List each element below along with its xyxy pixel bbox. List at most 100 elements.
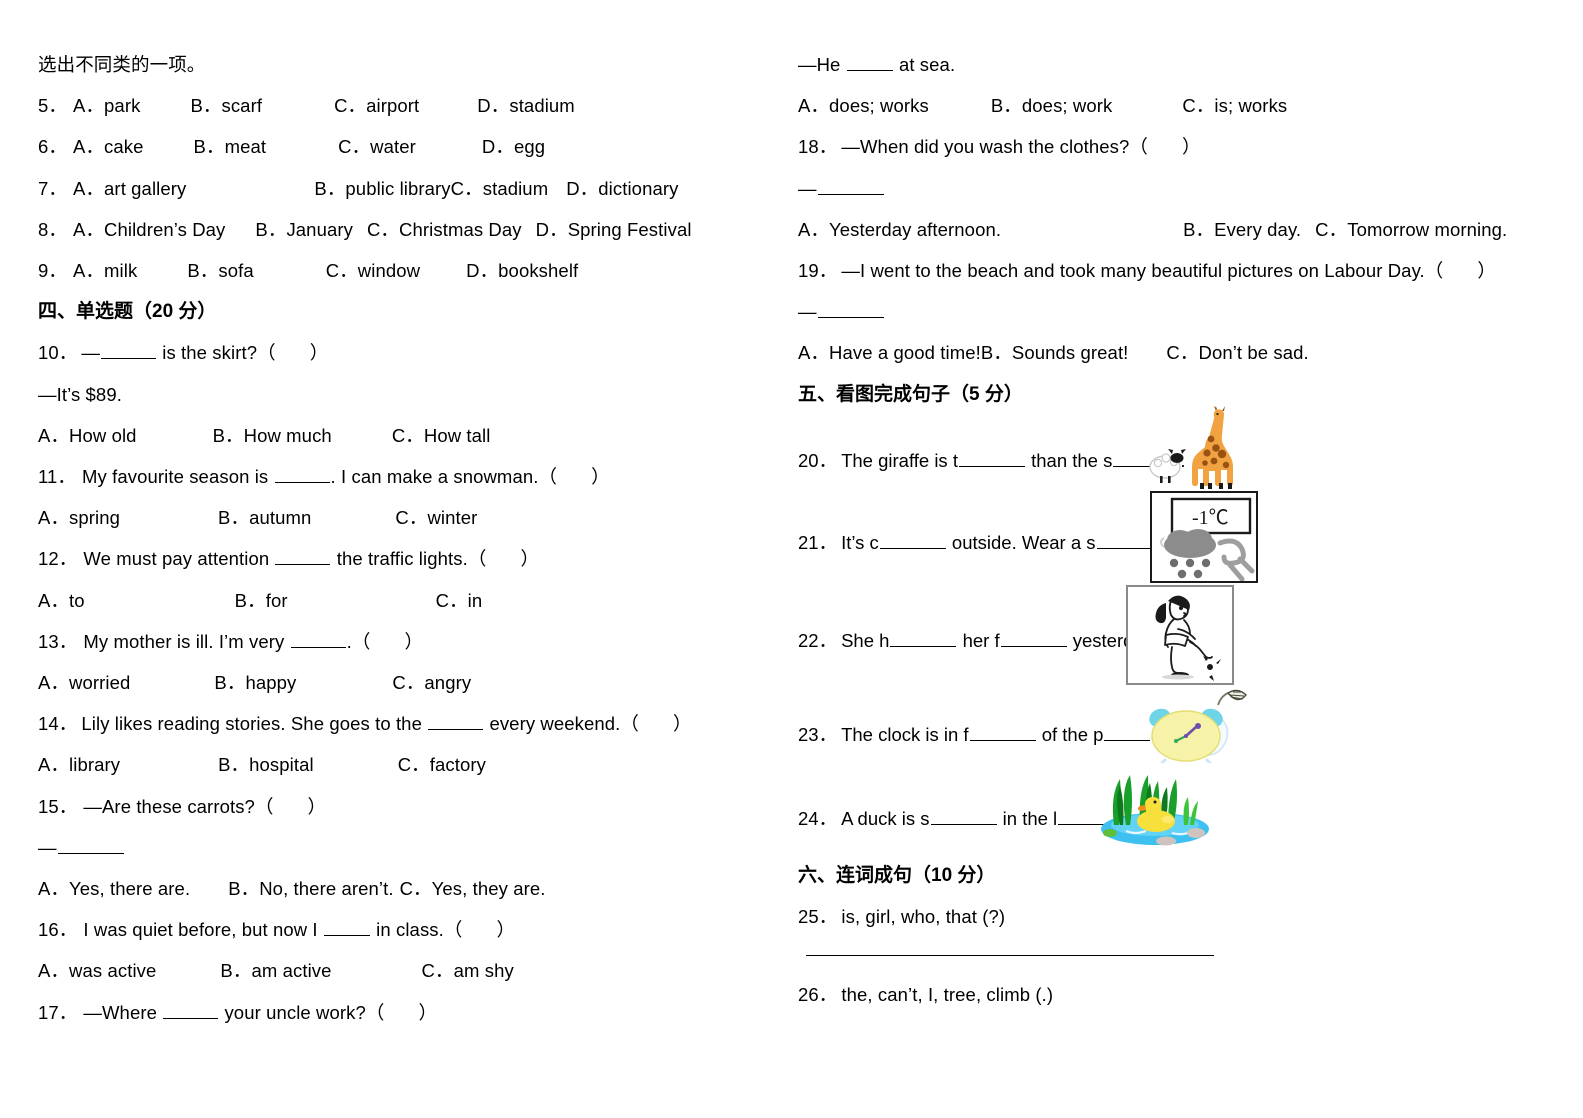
question-20-blank-1[interactable]	[958, 449, 1025, 467]
question-12-option-c[interactable]: C．in	[436, 580, 483, 621]
question-8-option-d[interactable]: D．Spring Festival	[536, 209, 692, 250]
question-12-stem-before: We must pay attention	[83, 548, 275, 570]
question-24-part-2: in the l	[997, 807, 1058, 829]
question-17-blank[interactable]	[163, 1001, 219, 1019]
question-16-option-b[interactable]: B．am active	[220, 950, 331, 991]
question-18-option-a[interactable]: A．Yesterday afternoon.	[798, 209, 1001, 250]
question-25-answer-rule[interactable]	[806, 955, 1214, 957]
question-6-option-b[interactable]: B．meat	[194, 126, 267, 167]
question-10-blank[interactable]	[101, 341, 156, 360]
question-10-options: A．How old B．How much C．How tall	[38, 415, 778, 456]
question-5-option-c[interactable]: C．airport	[334, 85, 419, 126]
question-10-number: 10．	[38, 342, 78, 364]
question-22-blank-2[interactable]	[1000, 629, 1067, 647]
exam-page: 选出不同类的一项。 5． A．park B．scarf C．airport D．stad…	[0, 0, 1583, 1118]
question-13-option-c[interactable]: C．angry	[392, 662, 471, 703]
question-6-option-c[interactable]: C．water	[338, 126, 416, 167]
question-17-number: 17．	[38, 1001, 78, 1023]
question-14-option-a[interactable]: A．library	[38, 744, 120, 785]
question-17-option-a[interactable]: A．does; works	[798, 85, 929, 126]
question-12-option-a[interactable]: A．to	[38, 580, 85, 621]
question-12-options: A．to B．for C．in	[38, 580, 778, 621]
question-10-stem-close: ）	[309, 342, 329, 364]
question-11-stem-before: My favourite season is	[82, 466, 274, 488]
question-13-options: A．worried B．happy C．angry	[38, 662, 778, 703]
question-11-option-c[interactable]: C．winter	[395, 497, 477, 538]
question-9-option-d[interactable]: D．bookshelf	[466, 250, 578, 291]
question-11-option-a[interactable]: A．spring	[38, 497, 120, 538]
question-11-option-b[interactable]: B．autumn	[218, 497, 311, 538]
question-15-stem-close: ）	[307, 795, 327, 817]
question-19-option-a[interactable]: A．Have a good time!	[798, 332, 981, 373]
question-5-number: 5．	[38, 95, 67, 117]
question-14-stem-close: ）	[673, 713, 692, 735]
question-10-option-a[interactable]: A．How old	[38, 415, 137, 456]
question-17-stem-after: your uncle work?（	[219, 1001, 385, 1023]
question-15-option-a[interactable]: A．Yes, there are.	[38, 868, 190, 909]
question-9-option-b[interactable]: B．sofa	[187, 250, 253, 291]
question-7-option-b[interactable]: B．public library	[314, 168, 450, 209]
question-5-option-d[interactable]: D．stadium	[477, 85, 575, 126]
question-15-number: 15．	[38, 795, 78, 817]
question-9-option-a[interactable]: A．milk	[73, 250, 137, 291]
question-15-option-c[interactable]: C．Yes, they are.	[400, 868, 546, 909]
question-19-option-c[interactable]: C．Don’t be sad.	[1166, 332, 1308, 373]
question-13-option-b[interactable]: B．happy	[214, 662, 296, 703]
question-10-option-b[interactable]: B．How much	[213, 415, 332, 456]
question-5-option-b[interactable]: B．scarf	[190, 85, 262, 126]
question-18-option-c[interactable]: C．Tomorrow morning.	[1315, 209, 1507, 250]
question-22-text: 22． She h her f yesterday.	[798, 627, 1157, 653]
question-16-option-a[interactable]: A．was active	[38, 950, 156, 991]
section-four-heading: 四、单选题（20 分）	[38, 301, 217, 323]
question-5-option-a[interactable]: A．park	[73, 85, 140, 126]
question-10-option-c[interactable]: C．How tall	[392, 415, 491, 456]
question-24-blank-1[interactable]	[930, 807, 997, 825]
question-15-options: A．Yes, there are. B．No, there aren’t. C．Ye…	[38, 868, 778, 909]
question-9: 9． A．milk B．sofa C．window D．bookshelf	[38, 250, 778, 291]
question-6-option-d[interactable]: D．egg	[482, 126, 545, 167]
question-22-blank-1[interactable]	[890, 629, 957, 647]
question-16-stem-close: ）	[496, 919, 516, 941]
question-16-stem-after: in class.（	[370, 919, 463, 941]
question-18-number: 18．	[798, 136, 838, 158]
question-17-option-c[interactable]: C．is; works	[1182, 85, 1287, 126]
question-23-blank-1[interactable]	[969, 723, 1036, 741]
question-18-answer-blank[interactable]	[817, 177, 884, 195]
question-14-option-c[interactable]: C．factory	[398, 744, 486, 785]
question-17-second-blank[interactable]	[846, 53, 893, 71]
question-7-option-a[interactable]: A．art gallery	[73, 168, 186, 209]
question-7-option-d[interactable]: D．dictionary	[566, 168, 678, 209]
question-15-answer-blank[interactable]	[57, 836, 124, 854]
question-13-option-a[interactable]: A．worried	[38, 662, 130, 703]
question-17-option-b[interactable]: B．does; work	[991, 85, 1113, 126]
question-12: 12． We must pay attention the traffic lig…	[38, 538, 778, 579]
question-6-option-a[interactable]: A．cake	[73, 126, 144, 167]
question-19-dash: —	[798, 301, 817, 323]
question-22-part-2: her f	[957, 629, 1000, 651]
question-14-blank[interactable]	[428, 712, 484, 731]
question-26-text: the, can’t, I, tree, climb (.)	[841, 984, 1054, 1006]
question-24-text: 24．A duck is s in the l.	[798, 805, 1119, 831]
question-12-option-b[interactable]: B．for	[235, 580, 288, 621]
question-16-blank[interactable]	[323, 918, 370, 937]
question-19-option-b[interactable]: B．Sounds great!	[981, 332, 1129, 373]
question-8-option-c[interactable]: C．Christmas Day	[367, 209, 522, 250]
question-8-option-b[interactable]: B．January	[255, 209, 353, 250]
question-21: 21．It’s c outside. Wear a s! -1℃	[798, 490, 1563, 585]
question-20-part-2: than the s	[1025, 449, 1113, 471]
question-13-blank[interactable]	[290, 630, 346, 648]
question-15-option-b[interactable]: B．No, there aren’t.	[228, 868, 393, 909]
question-9-option-c[interactable]: C．window	[326, 250, 420, 291]
question-10-stem-after: is the skirt?（	[157, 342, 276, 364]
question-12-stem-after: the traffic lights.（	[331, 548, 487, 570]
question-19-answer-blank[interactable]	[817, 300, 884, 319]
question-8-option-a[interactable]: A．Children’s Day	[73, 209, 225, 250]
question-12-blank[interactable]	[275, 547, 331, 566]
question-7-option-c[interactable]: C．stadium	[451, 168, 549, 209]
question-14-option-b[interactable]: B．hospital	[218, 744, 314, 785]
question-16-option-c[interactable]: C．am shy	[422, 950, 514, 991]
question-11-blank[interactable]	[274, 465, 330, 484]
question-21-blank-1[interactable]	[879, 531, 946, 549]
question-18-option-b[interactable]: B．Every day.	[1183, 209, 1301, 250]
question-11-stem-close: ）	[591, 466, 610, 488]
